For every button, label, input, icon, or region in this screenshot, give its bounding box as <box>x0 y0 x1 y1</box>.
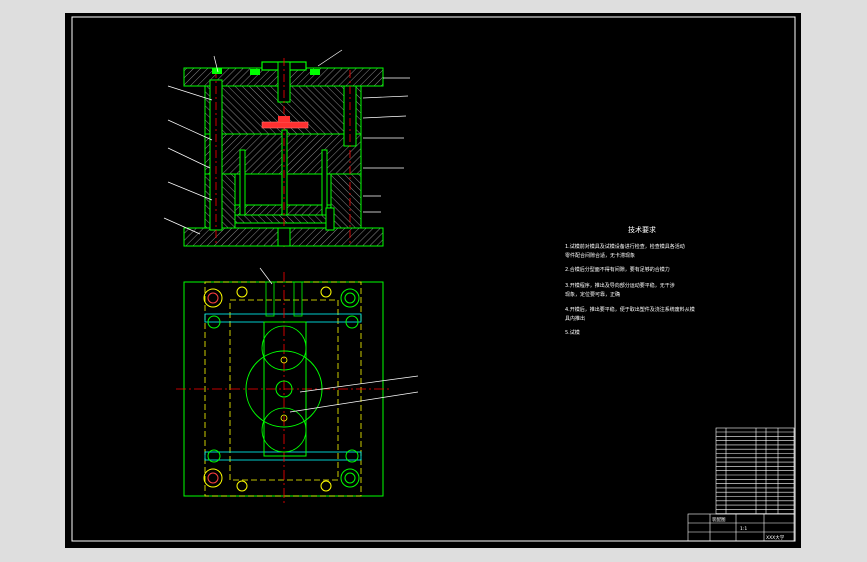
title-part-name: 装配图 <box>712 516 726 523</box>
tech-item-4: 4.开模后，推出要平稳，便于取出塑件及浇注系统废料从模 <box>565 306 695 313</box>
tech-item-1b: 零件配合间隙合适，无卡滞现象 <box>565 252 635 259</box>
title-scale: 1:1 <box>740 526 747 532</box>
title-school: XXX大学 <box>766 534 785 541</box>
tech-item-3b: 现象，定位要可靠，正确 <box>565 291 620 298</box>
ejector-pin-left <box>239 149 246 216</box>
plan-view <box>176 272 390 504</box>
ejector-pin-right <box>321 149 328 216</box>
tech-item-2: 2.合模后分型面不得有间隙，要有足够的合模力 <box>565 266 670 273</box>
support-block-right <box>330 173 362 229</box>
tech-item-5: 5.试模 <box>565 329 580 336</box>
drawing-sheet <box>65 13 801 548</box>
molded-part <box>261 121 309 129</box>
cad-viewport[interactable]: 技术要求 1.试模前对模具及试模设备进行检查，检查模具各活动 零件配合间隙合适，… <box>0 0 867 562</box>
ejector-retainer <box>234 214 332 224</box>
tech-item-4b: 具内推出 <box>565 315 585 322</box>
sprue-puller <box>281 129 288 216</box>
bottom-bush <box>277 227 291 247</box>
tech-item-1: 1.试模前对模具及试模设备进行检查，检查模具各活动 <box>565 243 685 250</box>
tech-heading: 技术要求 <box>628 225 656 234</box>
cad-drawing[interactable]: 技术要求 1.试模前对模具及试模设备进行检查，检查模具各活动 零件配合间隙合适，… <box>0 0 867 562</box>
tech-item-3: 3.开模程序，推出及导向部分运动要平稳，无干涉 <box>565 282 675 289</box>
section-view <box>183 58 384 250</box>
